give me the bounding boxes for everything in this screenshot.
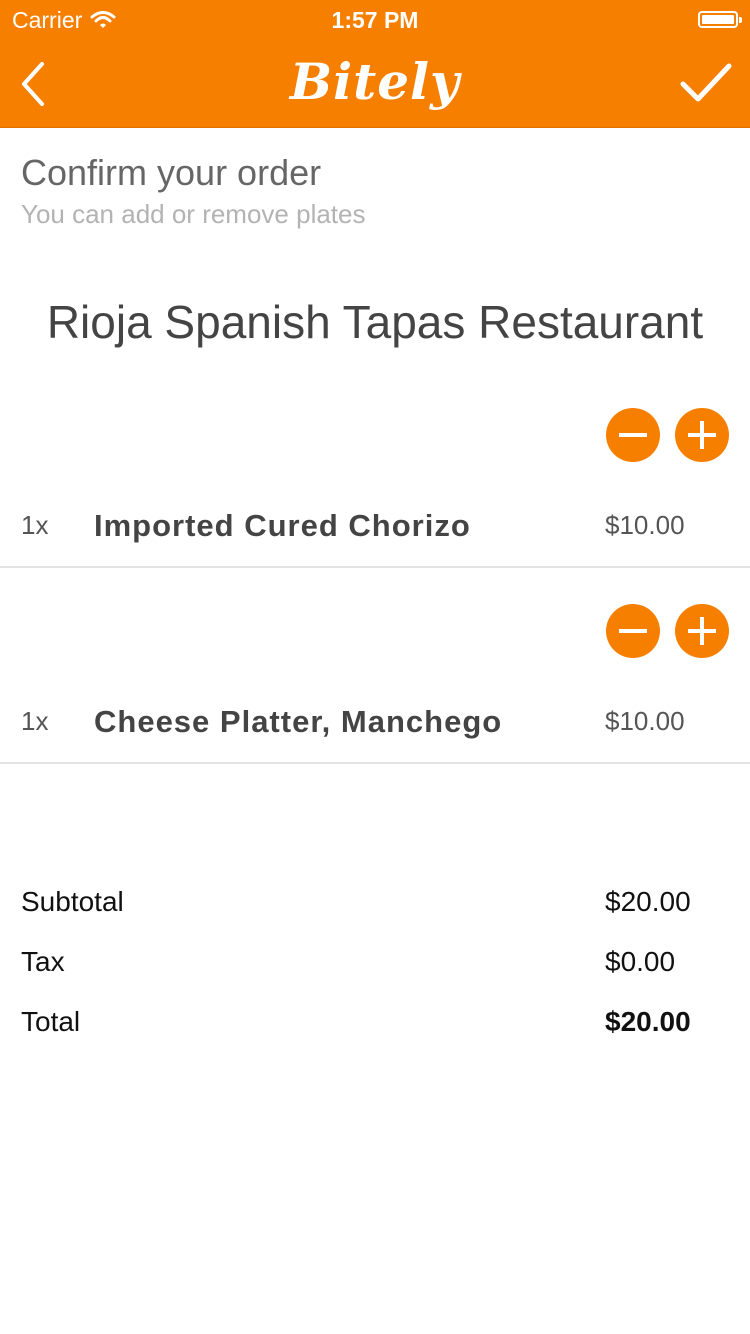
confirm-order-button[interactable]: [680, 62, 732, 106]
item-price: $10.00: [605, 706, 685, 736]
increase-quantity-button[interactable]: [675, 408, 729, 462]
total-label: Total: [21, 1006, 81, 1037]
status-time: 1:57 PM: [331, 7, 419, 33]
battery-fill: [702, 15, 734, 24]
subtotal-value: $20.00: [605, 886, 691, 917]
tax-label: Tax: [21, 946, 65, 977]
intro-section: Confirm your order You can add or remove…: [21, 152, 366, 234]
item-name: Cheese Platter, Manchego: [94, 704, 503, 739]
item-price: $10.00: [605, 510, 685, 540]
status-bar: Carrier 1:57 PM: [0, 0, 750, 40]
total-value: $20.00: [605, 1006, 691, 1037]
restaurant-name: Rioja Spanish Tapas Restaurant: [46, 296, 704, 348]
checkmark-icon: [680, 63, 732, 102]
item-quantity: 1x: [21, 706, 49, 736]
battery-icon: [698, 11, 742, 28]
nav-header: Carrier 1:57 PM Bitely: [0, 0, 750, 128]
item-name: Imported Cured Chorizo: [94, 508, 471, 543]
increase-quantity-button[interactable]: [675, 604, 729, 658]
item-quantity: 1x: [21, 510, 49, 540]
decrease-quantity-button[interactable]: [606, 604, 660, 658]
tax-value: $0.00: [605, 946, 676, 977]
subtotal-label: Subtotal: [21, 886, 124, 917]
page-title: Confirm your order: [21, 152, 322, 193]
page-subtitle: You can add or remove plates: [21, 199, 366, 229]
decrease-quantity-button[interactable]: [606, 408, 660, 462]
app-title: Bitely: [289, 52, 461, 111]
